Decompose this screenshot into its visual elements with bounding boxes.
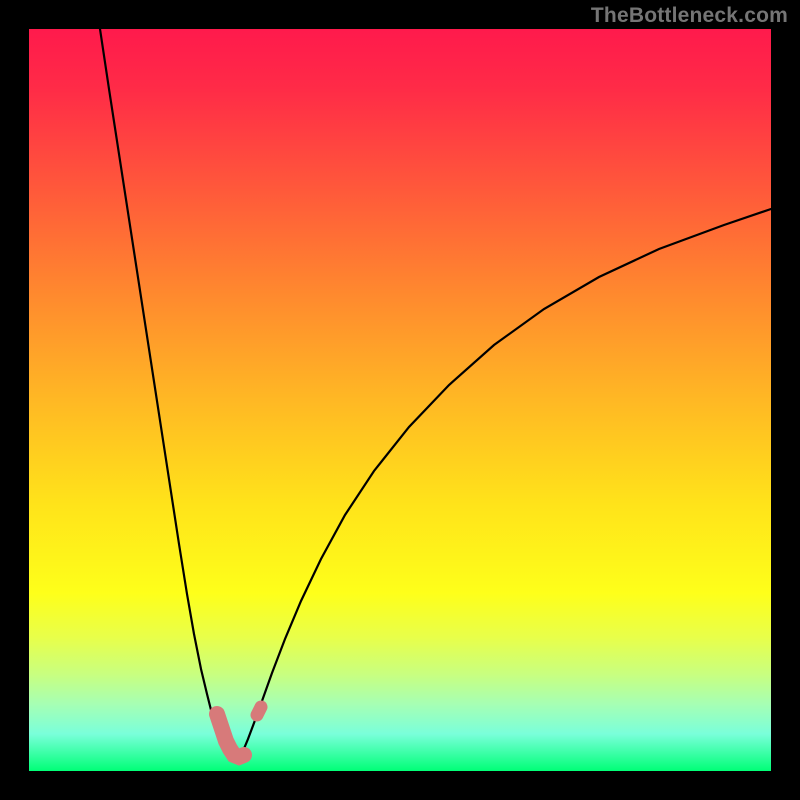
- plot-area: [29, 29, 771, 771]
- attribution-text: TheBottleneck.com: [591, 4, 788, 28]
- highlight-marker-left: [217, 714, 244, 757]
- highlight-marker-right: [257, 707, 261, 715]
- curve-layer: [29, 29, 771, 771]
- left-curve: [100, 29, 229, 759]
- right-curve: [239, 209, 771, 759]
- chart-frame: TheBottleneck.com: [0, 0, 800, 800]
